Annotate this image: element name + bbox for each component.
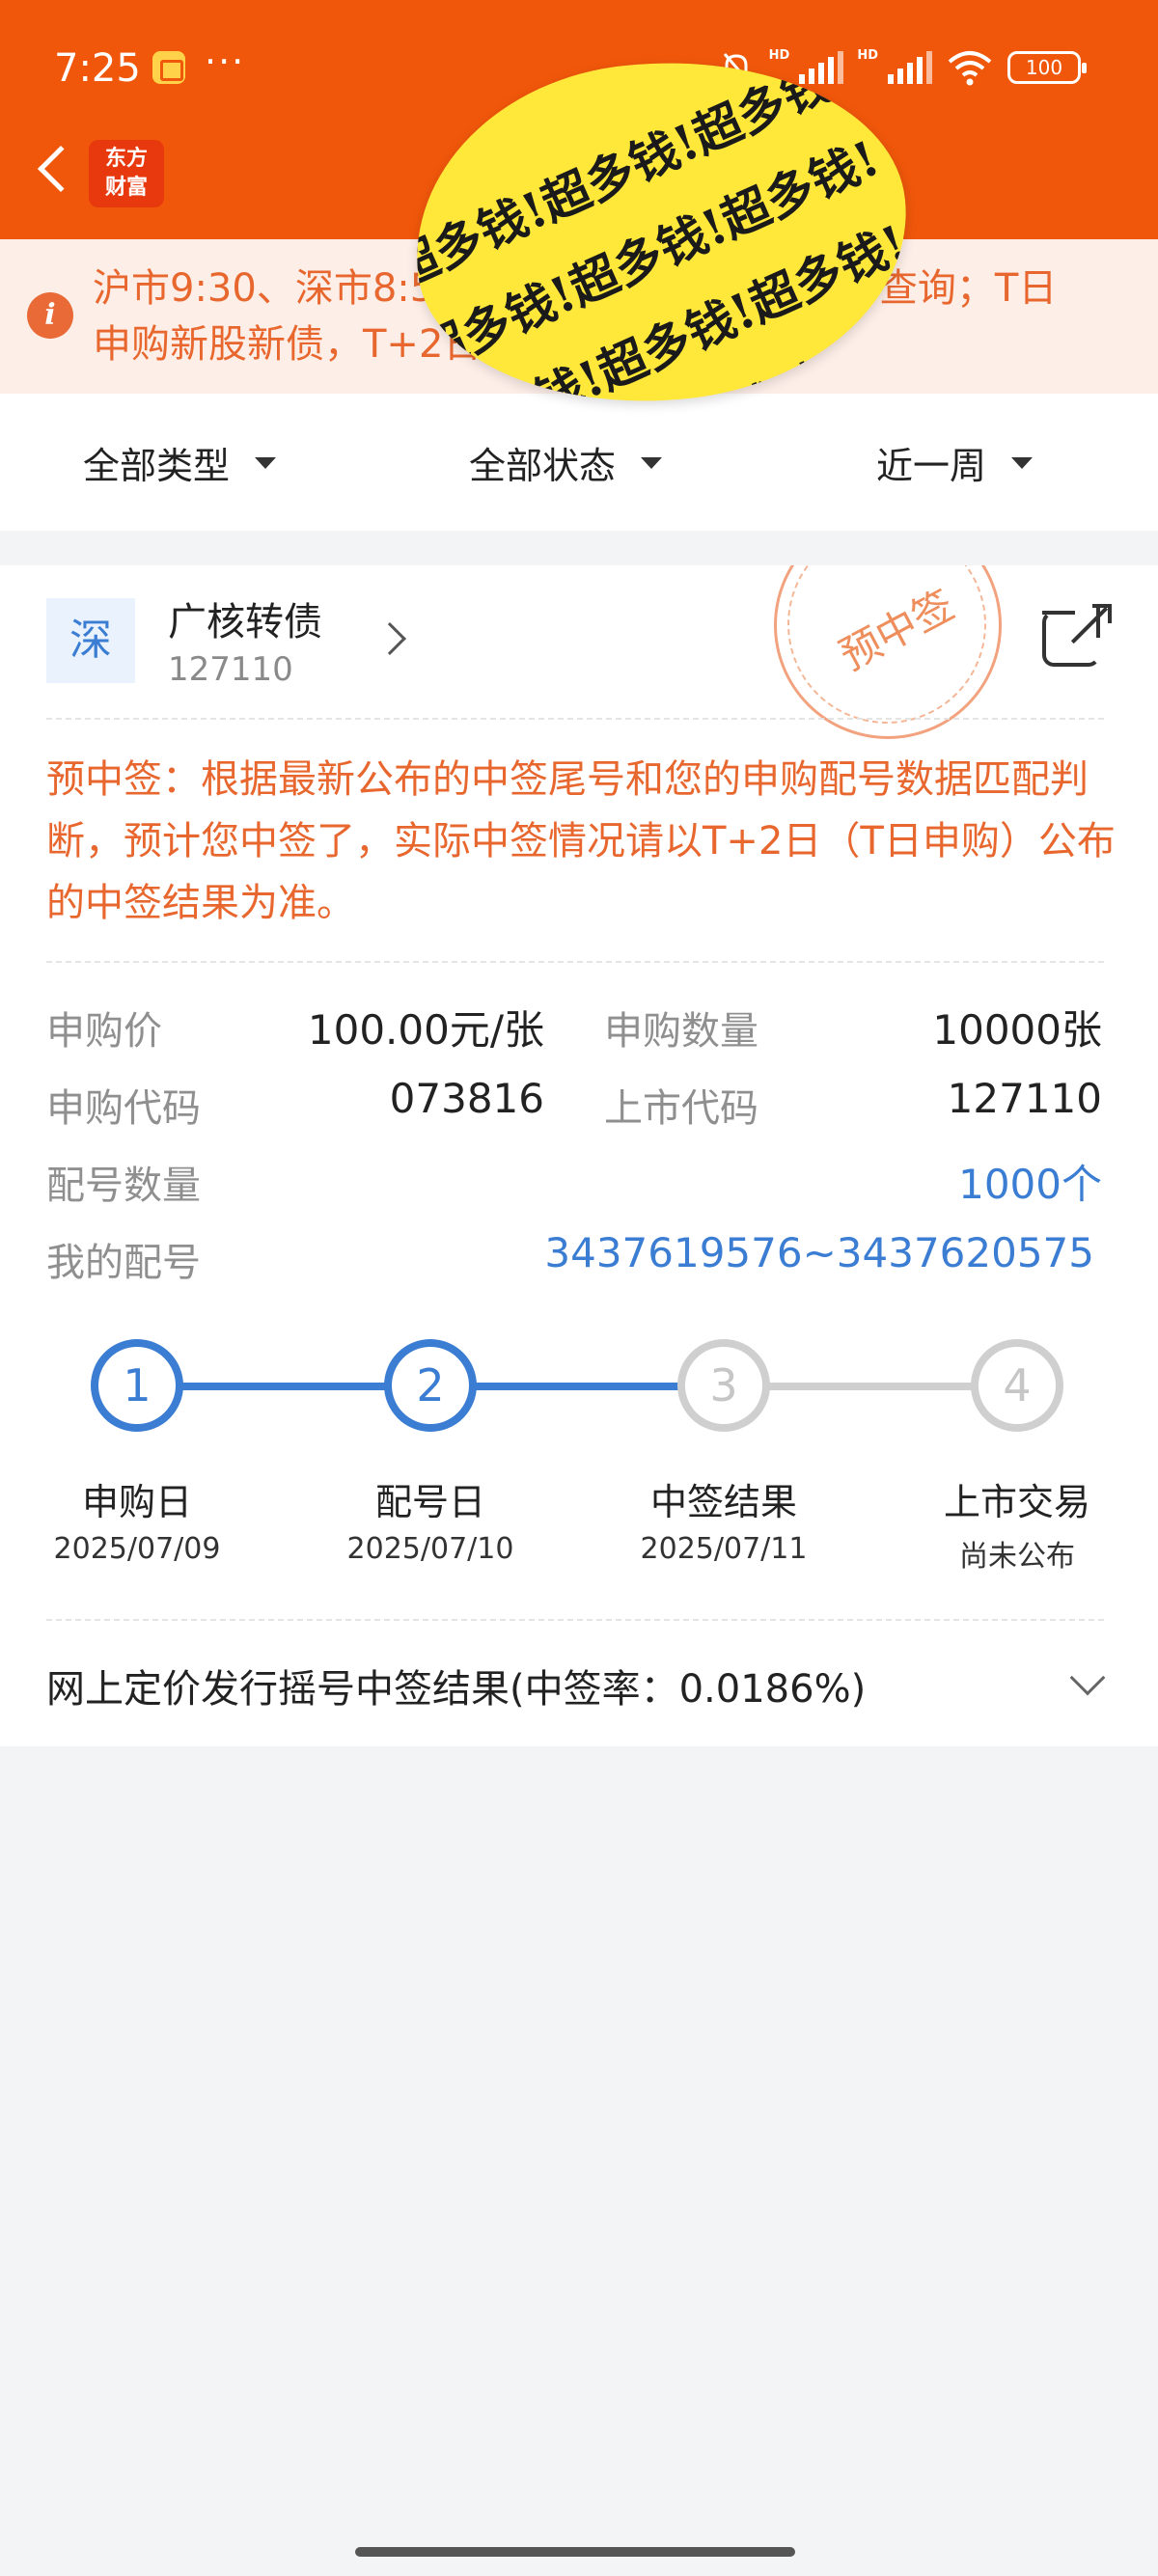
step-2-name: 配号日 <box>374 1481 485 1523</box>
step-4-date: 尚未公布 <box>959 1540 1075 1574</box>
more-notifications-icon: ··· <box>205 41 246 83</box>
my-allocation-value[interactable]: 3437619576~3437620575 <box>521 1229 1094 1276</box>
filter-status-dropdown[interactable]: 全部状态 <box>469 436 663 489</box>
step-1-date: 2025/07/09 <box>53 1532 221 1566</box>
info-icon: i <box>27 292 73 339</box>
app-logo: 东方 财富 <box>89 140 164 207</box>
caret-down-icon <box>255 456 277 469</box>
my-allocation-label: 我的配号 <box>46 1241 201 1285</box>
quantity-value: 10000张 <box>932 1006 1102 1054</box>
divider <box>46 718 1104 720</box>
subscription-code-label: 申购代码 <box>46 1086 201 1131</box>
listing-code-label: 上市代码 <box>604 1086 758 1131</box>
step-4-name: 上市交易 <box>943 1481 1090 1523</box>
price-value: 100.00元/张 <box>307 1006 544 1054</box>
exchange-badge: 深 <box>46 598 135 683</box>
step-2-circle: 2 <box>384 1339 477 1432</box>
pre-win-stamp: 预中签 <box>772 565 1004 741</box>
allocation-count-value: 1000个 <box>958 1161 1102 1208</box>
step-1-name: 申购日 <box>81 1481 192 1523</box>
pre-win-hint: 预中签：根据最新公布的中签尾号和您的申购配号数据匹配判断，预计您中签了，实际中签… <box>46 757 1116 925</box>
price-label: 申购价 <box>46 1009 162 1054</box>
home-indicator[interactable] <box>355 2547 795 2557</box>
hd-label-2: HD <box>857 48 878 63</box>
filter-type-dropdown[interactable]: 全部类型 <box>83 436 277 489</box>
quantity-label: 申购数量 <box>604 1009 758 1054</box>
divider <box>46 961 1104 963</box>
wifi-icon <box>948 51 992 86</box>
status-time: 7:25 <box>54 46 141 91</box>
bond-name[interactable]: 广核转债 <box>168 590 322 646</box>
step-3-name: 中签结果 <box>649 1481 797 1523</box>
step-2-date: 2025/07/10 <box>346 1532 514 1566</box>
divider <box>46 1619 1104 1621</box>
lottery-result-title[interactable]: 网上定价发行摇号中签结果(中签率：0.0186%) <box>46 1658 866 1713</box>
bond-code: 127110 <box>168 650 293 689</box>
signal-icon-2 <box>888 51 932 84</box>
share-arrow-icon[interactable] <box>1065 604 1112 646</box>
step-3-circle: 3 <box>677 1339 770 1432</box>
subscription-code-value: 073816 <box>389 1075 544 1122</box>
allocation-count-label: 配号数量 <box>46 1164 201 1208</box>
filter-period-dropdown[interactable]: 近一周 <box>876 436 1034 489</box>
step-1-circle: 1 <box>91 1339 183 1432</box>
caret-down-icon <box>1011 456 1034 469</box>
caret-down-icon <box>641 456 663 469</box>
step-3-date: 2025/07/11 <box>640 1532 808 1566</box>
app-notification-icon <box>152 51 185 84</box>
battery-icon: 100 <box>1007 51 1087 84</box>
listing-code-value: 127110 <box>947 1075 1102 1122</box>
step-4-circle: 4 <box>971 1339 1063 1432</box>
